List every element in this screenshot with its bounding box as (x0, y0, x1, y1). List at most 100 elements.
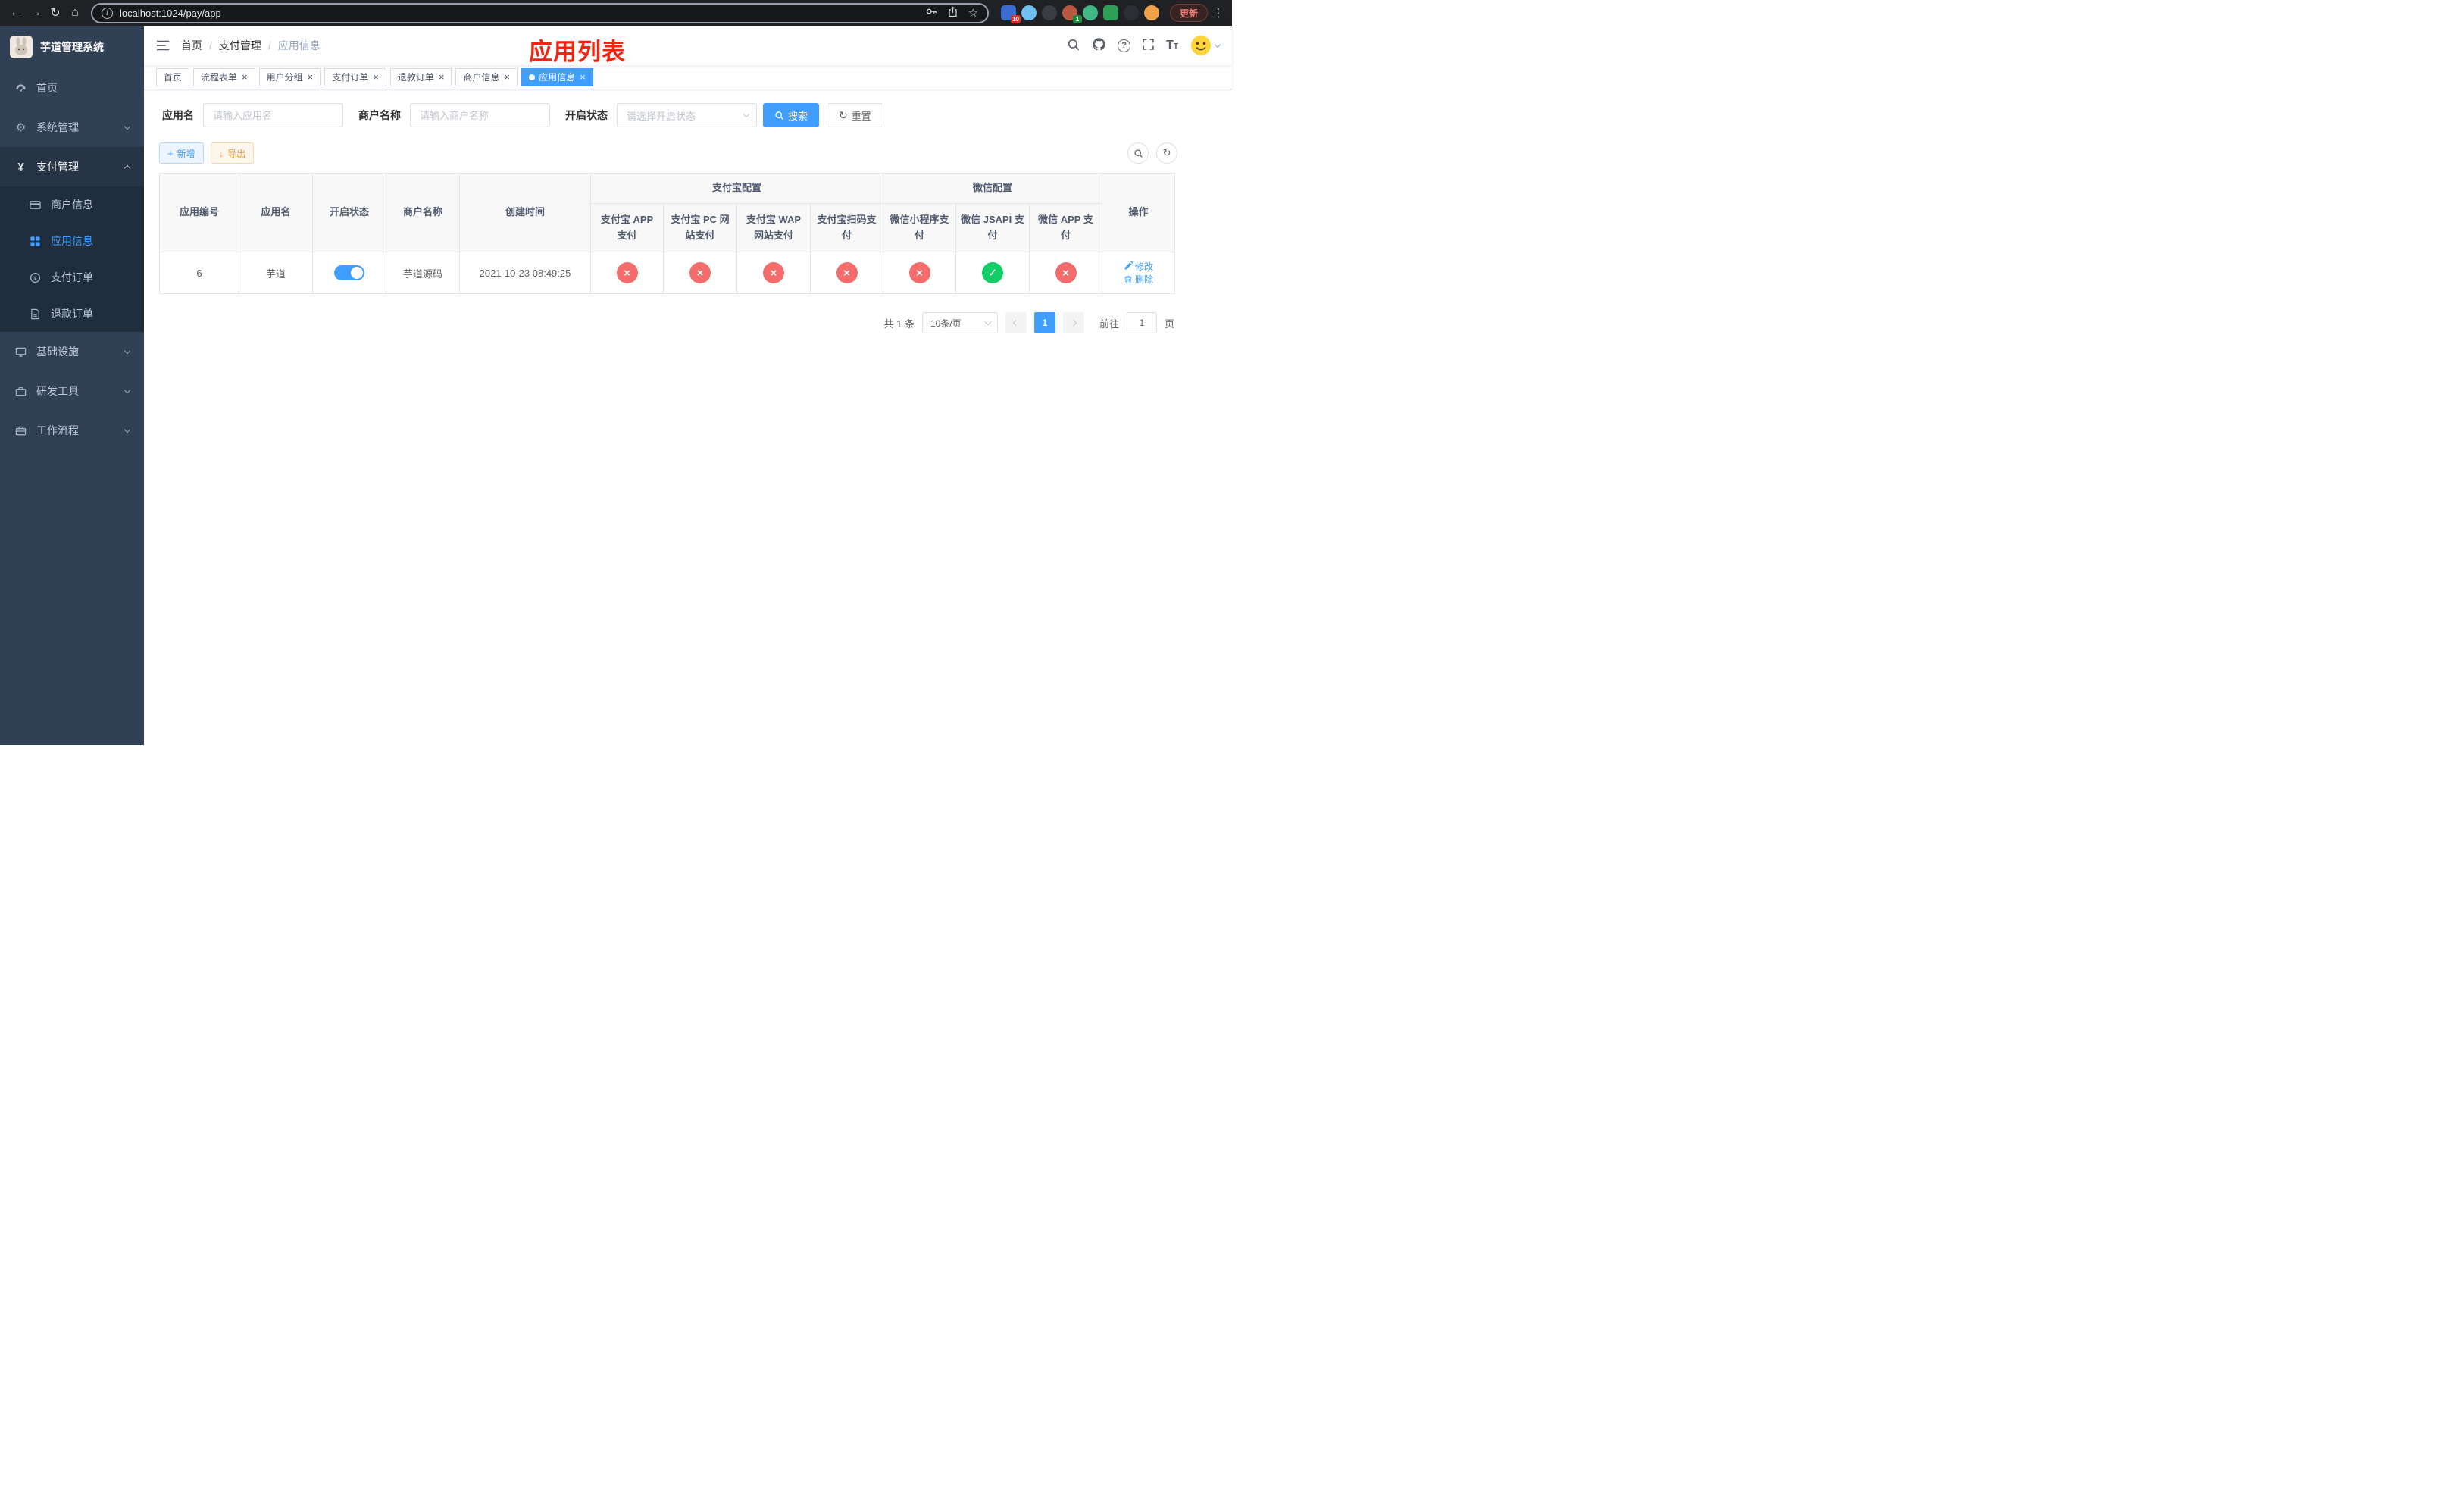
extension-icon-5[interactable] (1082, 5, 1098, 20)
chevron-down-icon (124, 426, 131, 433)
breadcrumb: 首页 / 支付管理 / 应用信息 (181, 38, 321, 53)
github-icon[interactable] (1092, 37, 1106, 54)
browser-menu-icon[interactable]: ⋮ (1211, 6, 1226, 20)
extension-icon-3[interactable] (1041, 5, 1057, 20)
browser-home-icon[interactable]: ⌂ (65, 3, 85, 23)
site-info-icon[interactable]: i (102, 7, 113, 19)
alipay-app-status-icon (616, 262, 638, 283)
briefcase-icon (14, 425, 27, 437)
breadcrumb-pay[interactable]: 支付管理 (219, 38, 261, 53)
share-icon[interactable] (947, 6, 958, 20)
app-name-label: 应用名 (162, 109, 194, 121)
tab-process-form[interactable]: 流程表单 × (193, 67, 255, 86)
close-icon[interactable]: × (580, 72, 586, 82)
browser-chrome: ← → ↻ ⌂ i localhost:1024/pay/app ☆ 10 1 … (0, 0, 1232, 26)
sidebar-toggle-icon[interactable] (156, 39, 170, 52)
sidebar-item-infra[interactable]: 基础设施 (0, 332, 144, 371)
breadcrumb-home[interactable]: 首页 (181, 38, 202, 53)
grid-icon (29, 236, 42, 247)
sidebar-item-system[interactable]: ⚙ 系统管理 (0, 108, 144, 147)
monitor-icon (14, 346, 27, 358)
goto-label: 前往 (1099, 318, 1119, 330)
tab-app-info[interactable]: 应用信息 × (521, 67, 593, 86)
column-header-created: 创建时间 (459, 173, 591, 252)
column-header-wx-jsapi: 微信 JSAPI 支付 (955, 203, 1030, 252)
extension-icon-1[interactable]: 10 (1000, 5, 1021, 23)
page-number-button[interactable]: 1 (1033, 312, 1055, 333)
annotation-title: 应用列表 (529, 39, 626, 65)
user-avatar[interactable] (1190, 34, 1221, 57)
sidebar-item-home[interactable]: 首页 (0, 68, 144, 108)
column-header-actions: 操作 (1102, 173, 1176, 252)
bookmark-star-icon[interactable]: ☆ (968, 6, 978, 20)
extension-badge: 10 (1011, 15, 1021, 23)
forward-icon[interactable]: → (26, 3, 45, 23)
app-table: 应用编号 应用名 开启状态 商户名称 创建时间 支付宝配置 微信配置 操作 支付… (159, 173, 1176, 294)
credit-card-icon (29, 199, 42, 211)
browser-update-button[interactable]: 更新 (1169, 4, 1208, 22)
prev-page-button[interactable] (1005, 312, 1027, 333)
order-circle-icon: ¥ (29, 272, 42, 283)
sidebar-item-merchant-info[interactable]: 商户信息 (0, 186, 144, 223)
tab-user-group[interactable]: 用户分组 × (258, 67, 321, 86)
sidebar-item-workflow[interactable]: 工作流程 (0, 411, 144, 450)
close-icon[interactable]: × (242, 72, 248, 82)
reset-button[interactable]: ↻ 重置 (827, 103, 883, 127)
column-header-id: 应用编号 (159, 173, 239, 252)
extension-icon-8[interactable] (1143, 5, 1159, 20)
close-icon[interactable]: × (308, 72, 314, 82)
password-key-icon[interactable] (925, 5, 937, 20)
cell-merchant-name: 芋道源码 (386, 252, 460, 294)
reload-icon[interactable]: ↻ (45, 3, 65, 23)
next-page-button[interactable] (1062, 312, 1084, 333)
tab-pay-order[interactable]: 支付订单 × (324, 67, 386, 86)
back-icon[interactable]: ← (6, 3, 26, 23)
column-header-alipay-wap: 支付宝 WAP 网站支付 (736, 203, 811, 252)
logo-avatar (10, 36, 33, 58)
help-icon[interactable]: ? (1118, 39, 1131, 52)
close-icon[interactable]: × (504, 72, 510, 82)
refresh-table-button[interactable]: ↻ (1156, 142, 1177, 164)
font-size-icon[interactable]: TT (1166, 39, 1178, 52)
tab-refund-order[interactable]: 退款订单 × (389, 67, 452, 86)
column-header-status: 开启状态 (312, 173, 386, 252)
alipay-pc-status-icon (689, 262, 711, 283)
extension-icon-2[interactable] (1021, 5, 1037, 20)
chevron-down-icon (124, 387, 131, 393)
refresh-icon: ↻ (839, 109, 848, 121)
goto-page-input[interactable] (1126, 312, 1157, 333)
search-button[interactable]: 搜索 (763, 103, 820, 127)
column-group-wechat: 微信配置 (883, 173, 1103, 204)
delete-button[interactable]: 删除 (1124, 273, 1153, 286)
fullscreen-icon[interactable] (1142, 38, 1155, 53)
sidebar-item-refund-order[interactable]: 退款订单 (0, 296, 144, 332)
toggle-search-button[interactable] (1127, 142, 1149, 164)
tab-merchant-info[interactable]: 商户信息 × (455, 67, 518, 86)
app-logo[interactable]: 芋道管理系统 (0, 26, 144, 68)
close-icon[interactable]: × (373, 72, 379, 82)
column-header-name: 应用名 (239, 173, 313, 252)
url-bar[interactable]: i localhost:1024/pay/app ☆ (91, 2, 989, 23)
extension-icon-6[interactable] (1102, 5, 1118, 20)
toolbox-icon (14, 386, 27, 397)
sidebar-item-app-info[interactable]: 应用信息 (0, 223, 144, 259)
edit-button[interactable]: 修改 (1124, 260, 1153, 273)
sidebar-item-pay[interactable]: ¥ 支付管理 (0, 147, 144, 186)
status-toggle[interactable] (334, 265, 364, 280)
extension-icon-4[interactable]: 1 (1062, 5, 1082, 23)
column-header-wx-app: 微信 APP 支付 (1029, 203, 1103, 252)
status-select[interactable]: 请选择开启状态 (617, 103, 757, 127)
add-button[interactable]: + 新增 (159, 142, 204, 164)
header-search-icon[interactable] (1067, 38, 1080, 54)
close-icon[interactable]: × (439, 72, 445, 82)
app-name-input[interactable] (203, 103, 343, 127)
tab-home[interactable]: 首页 (156, 67, 190, 86)
sidebar-item-devtools[interactable]: 研发工具 (0, 371, 144, 411)
export-button[interactable]: ↓ 导出 (210, 142, 255, 164)
page-size-select[interactable]: 10条/页 (921, 312, 998, 333)
wechat-jsapi-status-icon (982, 262, 1004, 283)
sidebar-item-pay-order[interactable]: ¥ 支付订单 (0, 259, 144, 296)
merchant-name-input[interactable] (410, 103, 550, 127)
extension-icon-7[interactable] (1123, 5, 1139, 20)
active-dot (529, 74, 536, 80)
